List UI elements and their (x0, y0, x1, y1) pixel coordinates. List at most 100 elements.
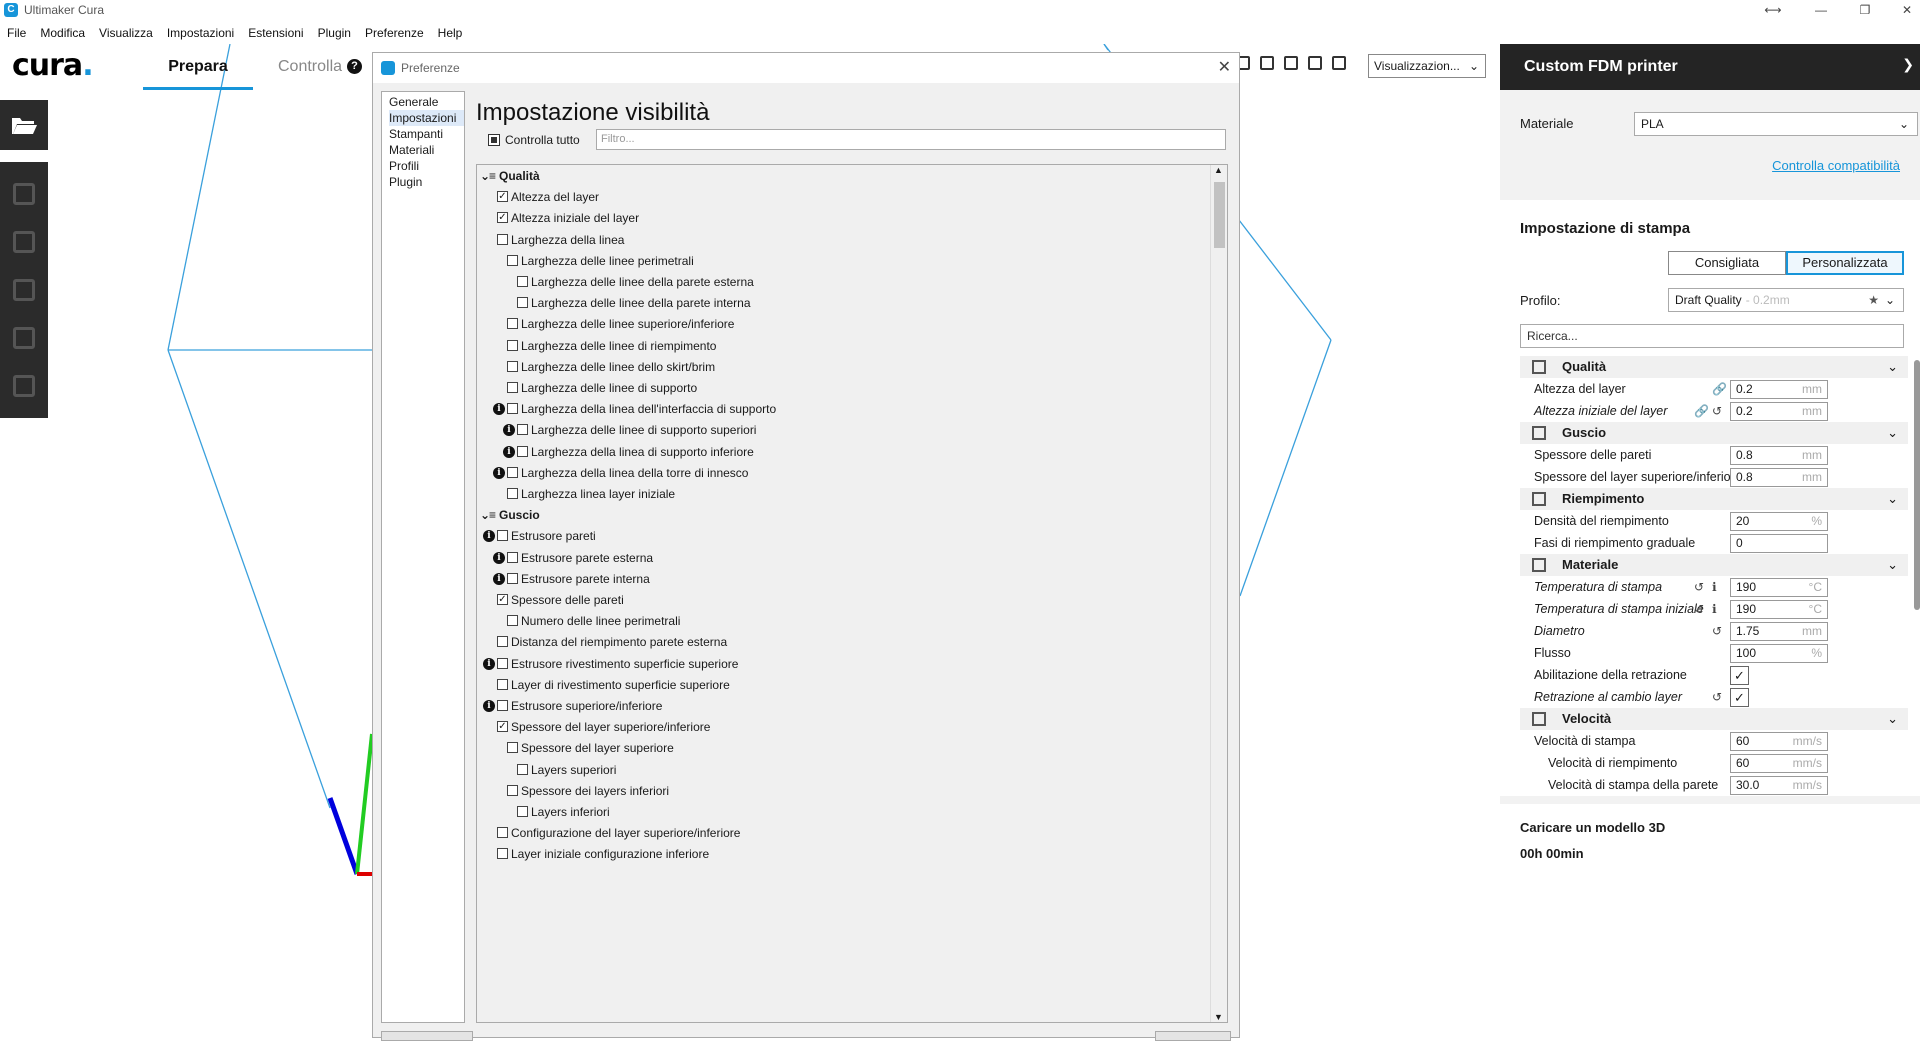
menu-help[interactable]: Help (431, 26, 470, 40)
recommended-mode-button[interactable]: Consigliata (1668, 251, 1786, 275)
visibility-checkbox[interactable] (507, 318, 518, 330)
settings-scrollbar[interactable] (1914, 360, 1920, 610)
setting-checkbox[interactable]: ✓ (1730, 666, 1749, 685)
menu-extensions[interactable]: Estensioni (241, 26, 310, 40)
star-icon[interactable]: ★ (1868, 289, 1879, 311)
rotate-tool-button[interactable] (0, 266, 48, 314)
menu-view[interactable]: Visualizza (92, 26, 160, 40)
visibility-checkbox[interactable] (507, 339, 518, 351)
profile-dropdown[interactable]: Draft Quality - 0.2mm ★ ⌄ (1668, 288, 1904, 312)
custom-mode-button[interactable]: Personalizzata (1786, 251, 1904, 275)
menu-edit[interactable]: Modifica (33, 26, 92, 40)
setting-checkbox[interactable]: ✓ (1730, 688, 1749, 707)
filter-input[interactable]: Filtro... (596, 129, 1226, 150)
info-icon[interactable]: i (503, 445, 515, 458)
per-model-settings-button[interactable] (0, 362, 48, 410)
visibility-checkbox[interactable] (497, 678, 508, 690)
menu-preferences[interactable]: Preferenze (358, 26, 431, 40)
stage-monitor-tab[interactable]: Controlla (278, 58, 342, 76)
visibility-checkbox[interactable] (507, 784, 518, 796)
menu-plugins[interactable]: Plugin (311, 26, 358, 40)
visibility-checkbox[interactable] (497, 827, 508, 839)
visibility-checkbox[interactable] (517, 297, 528, 309)
minimize-button[interactable]: — (1798, 0, 1844, 20)
nav-item-5[interactable]: Plugin (389, 174, 464, 190)
menu-file[interactable]: File (0, 26, 33, 40)
info-icon[interactable]: ℹ (1712, 598, 1717, 620)
check-compatibility-link[interactable]: Controlla compatibilità (1772, 158, 1900, 173)
check-all-checkbox[interactable]: Controlla tutto (488, 133, 580, 147)
settings-category[interactable]: Qualità ⌄ (1520, 356, 1908, 378)
mirror-tool-button[interactable] (0, 314, 48, 362)
scroll-up-icon[interactable]: ▲ (1214, 165, 1223, 175)
view-top-icon[interactable] (1284, 56, 1298, 70)
close-window-button[interactable]: ✕ (1884, 0, 1920, 20)
reset-icon[interactable]: ↺ (1694, 576, 1704, 598)
visibility-checkbox[interactable] (507, 466, 518, 478)
info-icon[interactable]: ℹ (1712, 576, 1717, 598)
settings-category[interactable]: Guscio ⌄ (1520, 422, 1908, 444)
visibility-checkbox[interactable] (497, 700, 508, 711)
setting-value-input[interactable]: 30.0 mm/s (1730, 776, 1828, 795)
setting-value-input[interactable]: 60 mm/s (1730, 732, 1828, 751)
view-left-icon[interactable] (1308, 56, 1322, 70)
visibility-checkbox[interactable] (517, 424, 528, 436)
visibility-checkbox[interactable] (497, 848, 508, 860)
reset-icon[interactable]: ↺ (1712, 400, 1722, 422)
setting-value-input[interactable]: 60 mm/s (1730, 754, 1828, 773)
settings-category[interactable]: Riempimento ⌄ (1520, 488, 1908, 510)
visibility-checkbox[interactable] (507, 572, 518, 584)
setting-value-input[interactable]: 1.75 mm (1730, 622, 1828, 641)
scroll-thumb[interactable] (1214, 182, 1225, 248)
visibility-checkbox[interactable] (497, 636, 508, 648)
settings-category[interactable]: Materiale ⌄ (1520, 554, 1908, 576)
visibility-checkbox[interactable] (507, 254, 518, 266)
nav-item-2[interactable]: Stampanti (389, 126, 464, 142)
setting-value-input[interactable]: 100% (1730, 644, 1828, 663)
material-dropdown[interactable]: PLA ⌄ (1634, 112, 1918, 136)
reset-icon[interactable]: ↺ (1712, 686, 1722, 708)
settings-search-input[interactable]: Ricerca... (1520, 324, 1904, 348)
info-icon[interactable]: i (483, 700, 495, 712)
menu-settings[interactable]: Impostazioni (160, 26, 241, 40)
visibility-checkbox[interactable] (517, 806, 528, 817)
info-icon[interactable]: i (493, 403, 505, 416)
info-icon[interactable]: i (503, 424, 515, 437)
view-front-icon[interactable] (1260, 56, 1274, 70)
setting-value-input[interactable]: 190 °C (1730, 600, 1828, 619)
visibility-checkbox[interactable] (507, 615, 518, 627)
category-label[interactable]: Guscio (499, 504, 540, 526)
reset-icon[interactable]: ↺ (1712, 620, 1722, 642)
info-icon[interactable]: i (493, 572, 505, 585)
setting-value-input[interactable]: 190 °C (1730, 578, 1828, 597)
visibility-checkbox[interactable] (497, 657, 508, 669)
visibility-checkbox[interactable]: ✓ (497, 212, 508, 224)
nav-item-1[interactable]: Impostazioni (389, 110, 464, 126)
close-button[interactable] (1155, 1031, 1231, 1041)
setting-value-input[interactable]: 20% (1730, 512, 1828, 531)
visibility-checkbox[interactable] (517, 445, 528, 457)
open-file-button[interactable] (0, 100, 48, 150)
visibility-checkbox[interactable] (507, 742, 518, 754)
setting-value-input[interactable]: 0.8 mm (1730, 446, 1828, 465)
info-icon[interactable]: i (483, 657, 495, 670)
list-scrollbar[interactable]: ▲ ▼ (1210, 165, 1227, 1022)
scale-tool-button[interactable] (0, 218, 48, 266)
visibility-checkbox[interactable] (517, 763, 528, 775)
setting-value-input[interactable]: 0.8 mm (1730, 468, 1828, 487)
settings-category[interactable]: Velocità ⌄ (1520, 708, 1908, 730)
visibility-checkbox[interactable] (497, 530, 508, 542)
visibility-checkbox[interactable] (517, 276, 528, 287)
visibility-checkbox[interactable]: ✓ (497, 721, 508, 733)
info-icon[interactable]: i (483, 530, 495, 543)
nav-item-4[interactable]: Profili (389, 158, 464, 174)
move-tool-button[interactable] (0, 170, 48, 218)
visibility-checkbox[interactable] (507, 360, 518, 372)
view-right-icon[interactable] (1332, 56, 1346, 70)
setting-value-input[interactable]: 0.2 mm (1730, 380, 1828, 399)
info-icon[interactable]: i (493, 551, 505, 564)
visibility-checkbox[interactable]: ✓ (497, 191, 508, 203)
link-icon[interactable]: 🔗 (1694, 400, 1709, 422)
reset-icon[interactable]: ↺ (1694, 598, 1704, 620)
printer-selector[interactable]: Custom FDM printer ❯ (1500, 44, 1920, 90)
